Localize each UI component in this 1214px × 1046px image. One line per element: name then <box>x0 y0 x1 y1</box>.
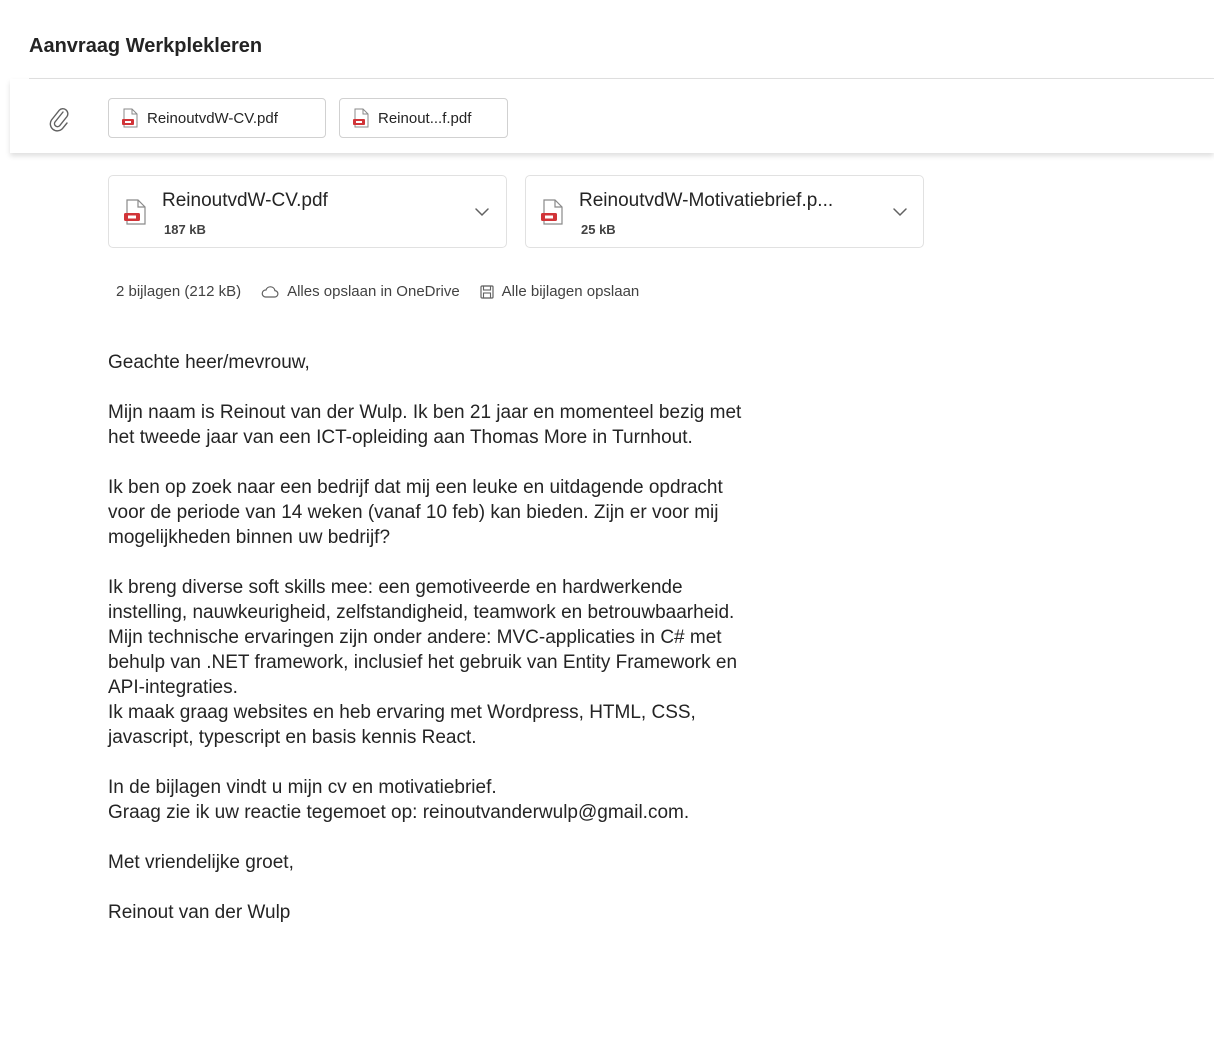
attachment-file-name: ReinoutvdW-CV.pdf <box>162 190 328 211</box>
attachment-file-name: ReinoutvdW-Motivatiebrief.p... <box>579 190 834 211</box>
body-paragraph: Mijn naam is Reinout van der Wulp. Ik be… <box>108 402 742 448</box>
save-all-attachments-button[interactable]: Alle bijlagen opslaan <box>480 283 640 300</box>
body-paragraph: Ik breng diverse soft skills mee: een ge… <box>108 577 738 748</box>
attachment-chip-motivatie[interactable]: Reinout...f.pdf <box>339 98 508 138</box>
attachment-chip-label: ReinoutvdW-CV.pdf <box>147 109 278 127</box>
save-icon <box>480 284 494 299</box>
body-paragraph: In de bijlagen vindt u mijn cv en motiva… <box>108 777 690 823</box>
attachment-file-size: 187 kB <box>164 222 206 237</box>
body-signature: Reinout van der Wulp <box>108 902 291 923</box>
pdf-file-icon <box>122 108 138 128</box>
attachments-summary: 2 bijlagen (212 kB) <box>116 283 242 300</box>
attachment-chip-label: Reinout...f.pdf <box>378 109 472 127</box>
chevron-down-icon[interactable] <box>892 206 908 218</box>
cloud-icon <box>261 285 279 298</box>
save-all-attachments-label: Alle bijlagen opslaan <box>501 283 640 300</box>
body-paragraph: Ik ben op zoek naar een bedrijf dat mij … <box>108 477 723 548</box>
message-subject: Aanvraag Werkplekleren <box>29 35 263 57</box>
save-all-onedrive-label: Alles opslaan in OneDrive <box>287 283 460 300</box>
paperclip-icon[interactable] <box>48 106 70 132</box>
attachment-card-cv[interactable]: ReinoutvdW-CV.pdf 187 kB <box>108 175 507 248</box>
attachment-card-motivatie[interactable]: ReinoutvdW-Motivatiebrief.p... 25 kB <box>525 175 924 248</box>
attachment-chip-cv[interactable]: ReinoutvdW-CV.pdf <box>108 98 326 138</box>
body-greeting: Geachte heer/mevrouw, <box>108 352 310 373</box>
pdf-file-icon <box>353 108 369 128</box>
pdf-file-icon <box>124 199 146 225</box>
pdf-file-icon <box>541 199 563 225</box>
attachment-actions: 2 bijlagen (212 kB) Alles opslaan in One… <box>116 283 639 300</box>
attachment-file-size: 25 kB <box>581 222 616 237</box>
message-body: Geachte heer/mevrouw, Mijn naam is Reino… <box>108 350 908 925</box>
save-all-onedrive-button[interactable]: Alles opslaan in OneDrive <box>261 283 460 300</box>
chevron-down-icon[interactable] <box>474 206 490 218</box>
body-closing: Met vriendelijke groet, <box>108 852 294 873</box>
